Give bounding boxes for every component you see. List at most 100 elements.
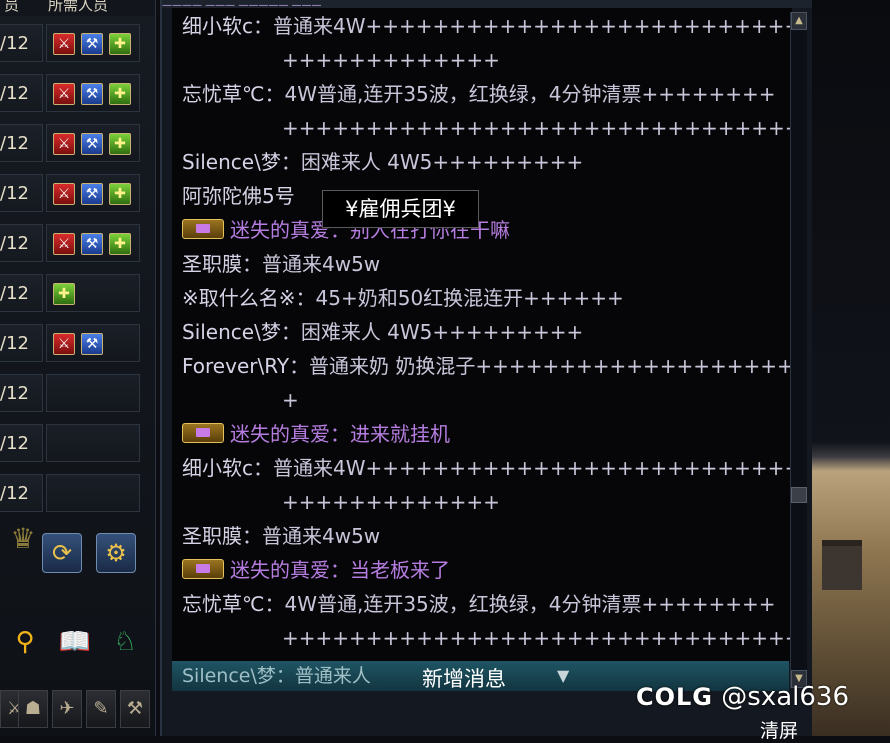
party-slot-row[interactable]: /12 ⚔ ⚒	[0, 324, 142, 362]
scroll-up-button[interactable]: ▲	[791, 12, 807, 30]
chat-message[interactable]: +++++++++++++++++++++++++++++++++++	[282, 626, 792, 650]
chat-sender-name[interactable]: 迷失的真爱	[230, 422, 330, 446]
chat-message[interactable]: 细小软c：普通来4W++++++++++++++++++++++++++++++…	[182, 456, 792, 480]
physical-dps-icon: ⚔	[53, 83, 75, 105]
watermark-brand: COLG	[636, 683, 714, 711]
chat-tab-strip[interactable]: ———— ——— ————— ———	[162, 0, 812, 8]
new-message-label: 新增消息	[422, 667, 506, 691]
chat-message-text: +++++++++++++++++++++++++++++++++++	[282, 626, 792, 650]
physical-dps-icon: ⚔	[53, 33, 75, 55]
hotbar-slot[interactable]: ⚒	[120, 690, 150, 728]
book-icon[interactable]: 📖	[58, 625, 92, 659]
scroll-thumb[interactable]	[791, 487, 807, 503]
chat-message[interactable]: 阿弥陀佛5号	[182, 184, 295, 208]
slot-role-icons	[46, 474, 140, 512]
chat-log[interactable]: 细小软c：普通来4W+++++++++++++++++++++++++ +++++…	[172, 8, 792, 663]
slot-role-icons: ⚔ ⚒ ✚	[46, 74, 140, 112]
clear-screen-button[interactable]: 清屏	[760, 716, 798, 743]
chat-message[interactable]: +	[282, 388, 299, 412]
magic-dps-icon: ⚒	[81, 183, 103, 205]
chat-message[interactable]: 迷失的真爱：当老板来了	[182, 558, 450, 582]
hotbar-slot[interactable]: ✎	[86, 690, 116, 728]
healer-icon: ✚	[109, 83, 131, 105]
chevron-down-icon: ▼	[557, 666, 570, 685]
chat-message-text: ：普通来4W++++++++++++++++++++++++++++++++++…	[253, 14, 792, 38]
magic-dps-icon: ⚒	[81, 233, 103, 255]
new-message-peek: Silence\梦：普通来人	[182, 665, 371, 687]
chat-sender-name[interactable]: 细小软c	[182, 14, 253, 38]
chat-message[interactable]: 忘忧草℃：4W普通,连开35波，红换绿，4分钟清票++++++++	[182, 592, 776, 616]
chat-sender-name[interactable]: 迷失的真爱	[230, 218, 330, 242]
chat-message[interactable]: 细小软c：普通来4W++++++++++++++++++++++++++++++…	[182, 14, 792, 38]
slot-member-count: /12	[0, 224, 43, 262]
chat-sender-name[interactable]: Silence\梦	[182, 320, 281, 344]
chat-sender-name[interactable]: 圣职膜	[182, 252, 242, 276]
settings-button[interactable]: ⚙	[96, 533, 136, 573]
hotbar-slot[interactable]: ☗	[18, 690, 48, 728]
chat-sender-name[interactable]: 细小软c	[182, 456, 253, 480]
chat-message[interactable]: 圣职膜：普通来4w5w	[182, 524, 380, 548]
slot-role-icons: ⚔ ⚒ ✚	[46, 24, 140, 62]
chat-sender-name[interactable]: Forever\RY	[182, 354, 289, 378]
chat-message[interactable]: 迷失的真爱：进来就挂机	[182, 422, 450, 446]
physical-dps-icon: ⚔	[53, 183, 75, 205]
healer-icon: ✚	[109, 183, 131, 205]
chat-sender-name[interactable]: 忘忧草℃	[182, 82, 264, 106]
background-house	[822, 540, 862, 590]
physical-dps-icon: ⚔	[53, 333, 75, 355]
guild-icon[interactable]: ♘	[108, 625, 142, 659]
healer-icon: ✚	[109, 33, 131, 55]
party-slot-row[interactable]: /12 ✚	[0, 274, 142, 312]
party-slot-row[interactable]: /12 ⚔ ⚒ ✚	[0, 124, 142, 162]
slot-role-icons: ⚔ ⚒ ✚	[46, 124, 140, 162]
chat-scrollbar[interactable]: ▲ ▼	[790, 12, 807, 688]
chat-message-text: ：45+奶和50红换混连开++++++	[295, 286, 624, 310]
slot-member-count: /12	[0, 274, 43, 312]
chat-message[interactable]: +++++++++++++++++++++++++++++++++++	[282, 116, 792, 140]
chat-message[interactable]: +++++++++++++	[282, 490, 500, 514]
colg-watermark: COLG @sxal636	[636, 680, 849, 714]
chat-message-text: ：4W普通,连开35波，红换绿，4分钟清票++++++++	[264, 82, 776, 106]
chat-message[interactable]: +++++++++++++	[282, 48, 500, 72]
chat-message[interactable]: Forever\RY：普通来奶 奶换混子++++++++++++++++++++…	[182, 354, 792, 378]
crown-icon: ♛	[10, 522, 36, 555]
slot-member-count: /12	[0, 124, 43, 162]
healer-icon: ✚	[53, 283, 75, 305]
chat-message[interactable]: Silence\梦：困难来人 4W5+++++++++	[182, 320, 583, 344]
chat-sender-name[interactable]: 迷失的真爱	[230, 558, 330, 582]
party-slot-row[interactable]: /12 ⚔ ⚒ ✚	[0, 24, 142, 62]
physical-dps-icon: ⚔	[53, 233, 75, 255]
slot-role-icons	[46, 374, 140, 412]
party-slot-row[interactable]: /12	[0, 424, 142, 462]
chat-message[interactable]: 圣职膜：普通来4w5w	[182, 252, 380, 276]
chat-message[interactable]: Silence\梦：困难来人 4W5+++++++++	[182, 150, 583, 174]
healer-icon: ✚	[109, 133, 131, 155]
hotbar-slot[interactable]: ✈	[52, 690, 82, 728]
chat-sender-name[interactable]: 阿弥陀佛5号	[182, 184, 295, 208]
party-slot-row[interactable]: /12 ⚔ ⚒ ✚	[0, 74, 142, 112]
party-slot-row[interactable]: /12 ⚔ ⚒ ✚	[0, 224, 142, 262]
party-slot-row[interactable]: /12	[0, 374, 142, 412]
chat-message-text: ：当老板来了	[330, 558, 450, 582]
header-required-label: 所需人员	[48, 0, 109, 14]
chat-message[interactable]: 忘忧草℃：4W普通,连开35波，红换绿，4分钟清票++++++++	[182, 82, 776, 106]
chat-message-text: +	[282, 388, 299, 412]
chat-message[interactable]: ※取什么名※：45+奶和50红换混连开++++++	[182, 286, 624, 310]
chat-sender-name[interactable]: 圣职膜	[182, 524, 242, 548]
slot-member-count: /12	[0, 374, 43, 412]
refresh-button[interactable]: ⟳	[42, 533, 82, 573]
healer-icon: ✚	[109, 233, 131, 255]
watermark-handle: @sxal636	[721, 682, 849, 712]
magic-dps-icon: ⚒	[81, 33, 103, 55]
chat-sender-name[interactable]: ※取什么名※	[182, 286, 296, 310]
magic-dps-icon: ⚒	[81, 83, 103, 105]
slot-member-count: /12	[0, 74, 43, 112]
party-slot-row[interactable]: /12	[0, 474, 142, 512]
party-slot-row[interactable]: /12 ⚔ ⚒ ✚	[0, 174, 142, 212]
chat-sender-name[interactable]: 忘忧草℃	[182, 592, 264, 616]
chat-message-text: ：普通来4W++++++++++++++++++++++++++++++++++…	[253, 456, 792, 480]
chat-message-text: ：困难来人 4W5+++++++++	[280, 150, 584, 174]
map-pin-icon[interactable]: ⚲	[8, 625, 42, 659]
chat-sender-name[interactable]: Silence\梦	[182, 150, 281, 174]
refresh-icon: ⟳	[51, 539, 73, 567]
